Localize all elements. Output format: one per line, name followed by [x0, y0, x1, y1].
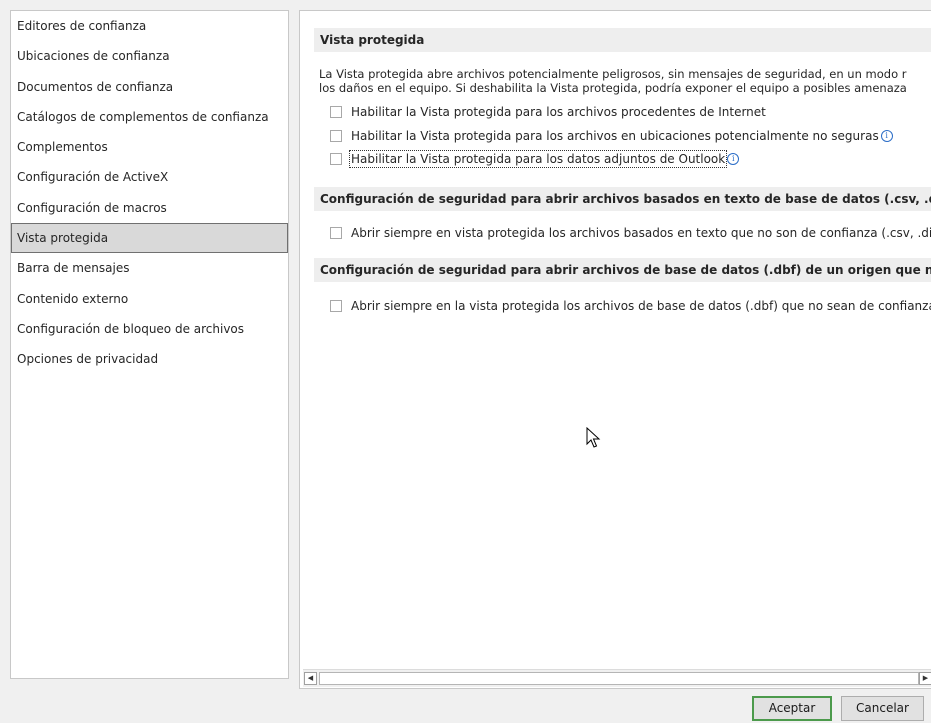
description-line-1: La Vista protegida abre archivos potenci… — [319, 67, 907, 81]
protected-view-description: La Vista protegida abre archivos potenci… — [319, 67, 931, 95]
info-icon[interactable]: i — [880, 130, 893, 142]
sidebar-item-trusted-locations[interactable]: Ubicaciones de confianza — [11, 41, 288, 71]
sidebar-item-trusted-documents[interactable]: Documentos de confianza — [11, 72, 288, 102]
option-internet-files-label: Habilitar la Vista protegida para los ar… — [351, 105, 766, 119]
trust-center-sidebar: Editores de confianza Ubicaciones de con… — [10, 10, 289, 679]
scrollbar-thumb[interactable] — [319, 672, 919, 685]
scroll-right-icon[interactable]: ▶ — [919, 672, 931, 685]
checkbox-outlook-attachments[interactable] — [330, 153, 342, 165]
checkbox-internet-files[interactable] — [330, 106, 342, 118]
option-text-files[interactable]: Abrir siempre en vista protegida los arc… — [330, 224, 931, 242]
sidebar-item-external-content[interactable]: Contenido externo — [11, 284, 288, 314]
sidebar-item-trusted-add-in-catalogs[interactable]: Catálogos de complementos de confianza — [11, 102, 288, 132]
settings-panel: Vista protegida La Vista protegida abre … — [299, 10, 931, 689]
option-internet-files[interactable]: Habilitar la Vista protegida para los ar… — [330, 103, 766, 121]
checkbox-text-files[interactable] — [330, 227, 342, 239]
text-files-section-header: Configuración de seguridad para abrir ar… — [314, 187, 931, 211]
option-unsafe-locations[interactable]: Habilitar la Vista protegida para los ar… — [330, 127, 893, 145]
option-outlook-attachments-label: Habilitar la Vista protegida para los da… — [348, 150, 728, 168]
sidebar-item-file-block-settings[interactable]: Configuración de bloqueo de archivos — [11, 314, 288, 344]
option-dbf-files-label: Abrir siempre en la vista protegida los … — [351, 299, 931, 313]
description-line-2: los daños en el equipo. Si deshabilita l… — [319, 81, 907, 95]
sidebar-item-protected-view[interactable]: Vista protegida — [11, 223, 288, 254]
option-outlook-attachments[interactable]: Habilitar la Vista protegida para los da… — [330, 150, 740, 168]
option-dbf-files[interactable]: Abrir siempre en la vista protegida los … — [330, 297, 931, 315]
protected-view-header: Vista protegida — [314, 28, 931, 52]
mouse-pointer-icon — [586, 427, 601, 448]
sidebar-item-message-bar[interactable]: Barra de mensajes — [11, 253, 288, 283]
dbf-section-header: Configuración de seguridad para abrir ar… — [314, 258, 931, 282]
ok-button[interactable]: Aceptar — [752, 696, 832, 721]
sidebar-item-add-ins[interactable]: Complementos — [11, 132, 288, 162]
sidebar-item-macro-settings[interactable]: Configuración de macros — [11, 193, 288, 223]
sidebar-item-activex-settings[interactable]: Configuración de ActiveX — [11, 162, 288, 192]
option-unsafe-locations-label: Habilitar la Vista protegida para los ar… — [351, 129, 879, 143]
info-icon[interactable]: i — [727, 153, 740, 165]
option-text-files-label: Abrir siempre en vista protegida los arc… — [351, 226, 931, 240]
checkbox-dbf-files[interactable] — [330, 300, 342, 312]
scroll-left-icon[interactable]: ◀ — [304, 672, 317, 685]
horizontal-scrollbar[interactable]: ◀ ▶ — [303, 669, 931, 687]
checkbox-unsafe-locations[interactable] — [330, 130, 342, 142]
cancel-button[interactable]: Cancelar — [841, 696, 924, 721]
sidebar-item-trusted-publishers[interactable]: Editores de confianza — [11, 11, 288, 41]
sidebar-item-privacy-options[interactable]: Opciones de privacidad — [11, 344, 288, 374]
